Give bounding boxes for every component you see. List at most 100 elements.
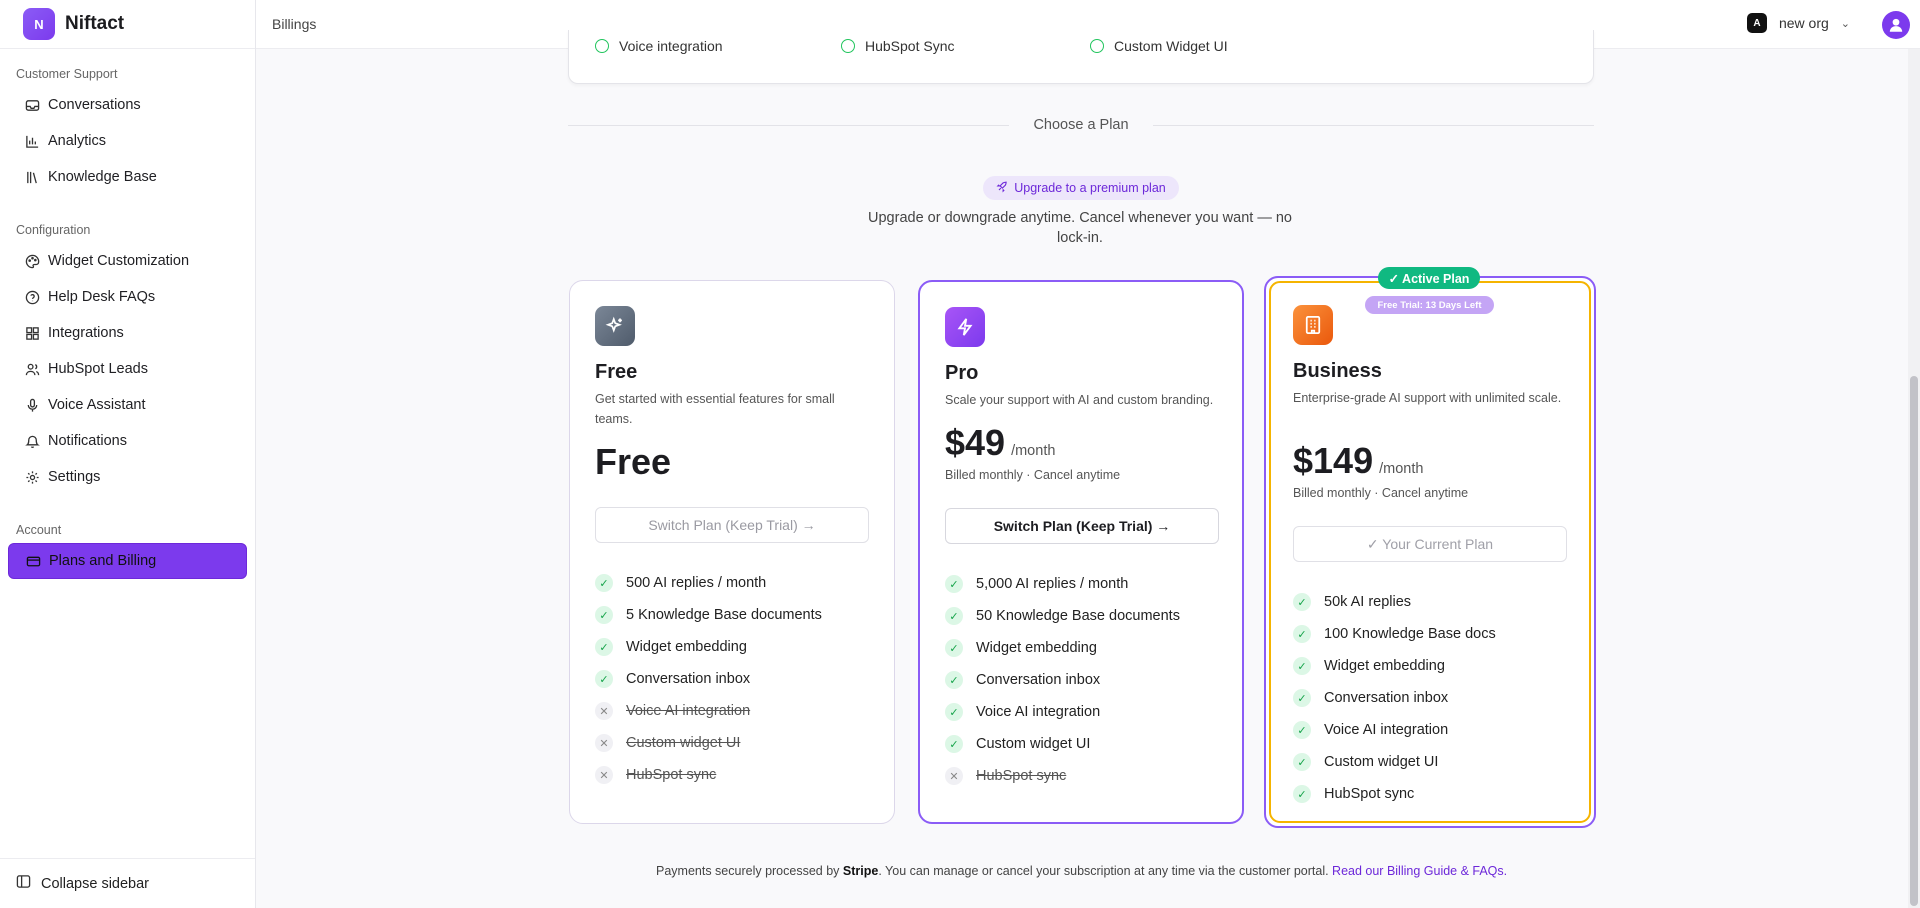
feature-label: 50 Knowledge Base documents — [976, 608, 1180, 624]
feature-item: ✓ 500 AI replies / month — [595, 567, 822, 599]
org-name: new org — [1778, 15, 1829, 31]
check-icon: ✓ — [945, 607, 963, 625]
billing-guide-link[interactable]: Read our Billing Guide & FAQs. — [1332, 864, 1507, 878]
sidebar-item-integrations[interactable]: Integrations — [8, 315, 247, 351]
sidebar-item-label: HubSpot Leads — [48, 361, 148, 377]
feature-item: ✓ Custom widget UI — [1293, 746, 1496, 778]
check-icon: ✓ — [1293, 593, 1311, 611]
feature-item: ✓ 50 Knowledge Base documents — [945, 600, 1180, 632]
check-icon: ✓ — [595, 574, 613, 592]
choose-plan-title: Choose a Plan — [1033, 117, 1129, 133]
sidebar-item-label: Conversations — [48, 97, 141, 113]
user-icon — [1889, 18, 1903, 32]
sidebar-item-notifications[interactable]: Notifications — [8, 423, 247, 459]
feature-item: ✓ Conversation inbox — [945, 664, 1180, 696]
sidebar-item-label: Help Desk FAQs — [48, 289, 156, 305]
sidebar-item-voice-assistant[interactable]: Voice Assistant — [8, 387, 247, 423]
feature-item: ✓ 50k AI replies — [1293, 586, 1496, 618]
feature-label: Voice AI integration — [1324, 722, 1449, 738]
scrollbar-thumb[interactable] — [1910, 376, 1918, 906]
sidebar-item-label: Widget Customization — [48, 253, 190, 269]
grid-icon — [24, 325, 40, 341]
feature-item: ✓ 5,000 AI replies / month — [945, 568, 1180, 600]
feature-item: ✕ HubSpot sync — [945, 760, 1180, 792]
building-icon — [1293, 305, 1333, 345]
collapse-sidebar-button[interactable]: Collapse sidebar — [0, 858, 255, 908]
feature-item: ✓ 5 Knowledge Base documents — [595, 599, 822, 631]
feature-label: Widget embedding — [626, 639, 747, 655]
check-circle-icon — [595, 39, 609, 53]
sidebar-item-conversations[interactable]: Conversations — [8, 87, 247, 123]
feature-item: ✓ Conversation inbox — [595, 663, 822, 695]
sidebar-item-label: Notifications — [48, 433, 127, 449]
plans-subtitle: Upgrade or downgrade anytime. Cancel whe… — [868, 210, 1292, 246]
summary-feature-label: Voice integration — [619, 38, 723, 54]
page-scrollbar[interactable] — [1908, 49, 1920, 908]
payment-provider: Stripe — [842, 864, 879, 878]
rocket-icon — [996, 181, 1008, 196]
sidebar-item-analytics[interactable]: Analytics — [8, 123, 247, 159]
x-icon: ✕ — [595, 734, 613, 752]
price-amount: $49 — [945, 422, 1006, 463]
sidebar-item-knowledge-base[interactable]: Knowledge Base — [8, 159, 247, 195]
sidebar-item-label: Knowledge Base — [48, 169, 157, 185]
feature-label: Conversation inbox — [1324, 690, 1449, 706]
inbox-icon — [24, 97, 40, 113]
feature-label: Widget embedding — [976, 640, 1097, 656]
feature-list: ✓ 50k AI replies ✓ 100 Knowledge Base docs… — [1293, 586, 1496, 810]
check-icon: ✓ — [945, 735, 963, 753]
avatar[interactable] — [1882, 11, 1910, 39]
bar-chart-icon — [24, 133, 40, 149]
feature-label: HubSpot sync — [626, 767, 717, 783]
feature-label: HubSpot sync — [1324, 786, 1415, 802]
price-amount: $149 — [1293, 440, 1374, 481]
check-icon: ✓ — [1293, 721, 1311, 739]
feature-label: HubSpot sync — [976, 768, 1067, 784]
feature-label: Voice AI integration — [976, 704, 1101, 720]
upgrade-pill: Upgrade to a premium plan — [983, 176, 1179, 200]
summary-feature: Custom Widget UI — [1090, 38, 1228, 54]
section-title-configuration: Configuration — [16, 223, 91, 237]
microphone-icon — [24, 397, 40, 413]
feature-label: 100 Knowledge Base docs — [1324, 626, 1496, 642]
switch-plan-button[interactable]: Switch Plan (Keep Trial) → — [945, 508, 1219, 544]
panel-left-icon — [16, 874, 31, 893]
x-icon: ✕ — [945, 767, 963, 785]
check-icon: ✓ — [595, 606, 613, 624]
brand[interactable]: N Niftact — [0, 0, 255, 49]
section-title-customer-support: Customer Support — [16, 67, 118, 81]
x-icon: ✕ — [595, 766, 613, 784]
plan-name: Free — [595, 361, 638, 383]
sidebar-item-label: Voice Assistant — [48, 397, 146, 413]
org-switcher[interactable]: A new org ⌄ — [1746, 13, 1850, 33]
summary-feature: Voice integration — [595, 38, 723, 54]
feature-item: ✓ Voice AI integration — [1293, 714, 1496, 746]
feature-item: ✓ HubSpot sync — [1293, 778, 1496, 810]
sidebar-item-help-desk-faqs[interactable]: Help Desk FAQs — [8, 279, 247, 315]
plan-description: Get started with essential features for … — [595, 392, 835, 426]
feature-item: ✕ HubSpot sync — [595, 759, 822, 791]
summary-feature: HubSpot Sync — [841, 38, 955, 54]
feature-label: Conversation inbox — [626, 671, 751, 687]
sidebar-item-settings[interactable]: Settings — [8, 459, 247, 495]
sidebar-item-hubspot-leads[interactable]: HubSpot Leads — [8, 351, 247, 387]
summary-feature-label: HubSpot Sync — [865, 38, 955, 54]
feature-item: ✓ Custom widget UI — [945, 728, 1180, 760]
plan-name: Business — [1293, 360, 1382, 382]
feature-label: 500 AI replies / month — [626, 575, 767, 591]
check-icon: ✓ — [1293, 785, 1311, 803]
sidebar-item-label: Plans and Billing — [49, 553, 157, 569]
sidebar-item-plans-and-billing[interactable]: Plans and Billing — [8, 543, 247, 579]
check-icon: ✓ — [595, 638, 613, 656]
check-icon: ✓ — [1293, 753, 1311, 771]
gear-icon — [24, 469, 40, 485]
footer-middle: . You can manage or cancel your subscrip… — [878, 864, 1333, 878]
plan-description: Scale your support with AI and custom br… — [945, 393, 1214, 407]
billing-note: Billed monthly · Cancel anytime — [1293, 486, 1469, 500]
switch-plan-button[interactable]: Switch Plan (Keep Trial) → — [595, 507, 869, 543]
sidebar-item-widget-customization[interactable]: Widget Customization — [8, 243, 247, 279]
brand-logo-icon: N — [23, 8, 55, 40]
current-plan-button[interactable]: ✓ Your Current Plan — [1293, 526, 1567, 562]
palette-icon — [24, 253, 40, 269]
plan-card-business: Business Enterprise-grade AI support wit… — [1264, 276, 1596, 828]
